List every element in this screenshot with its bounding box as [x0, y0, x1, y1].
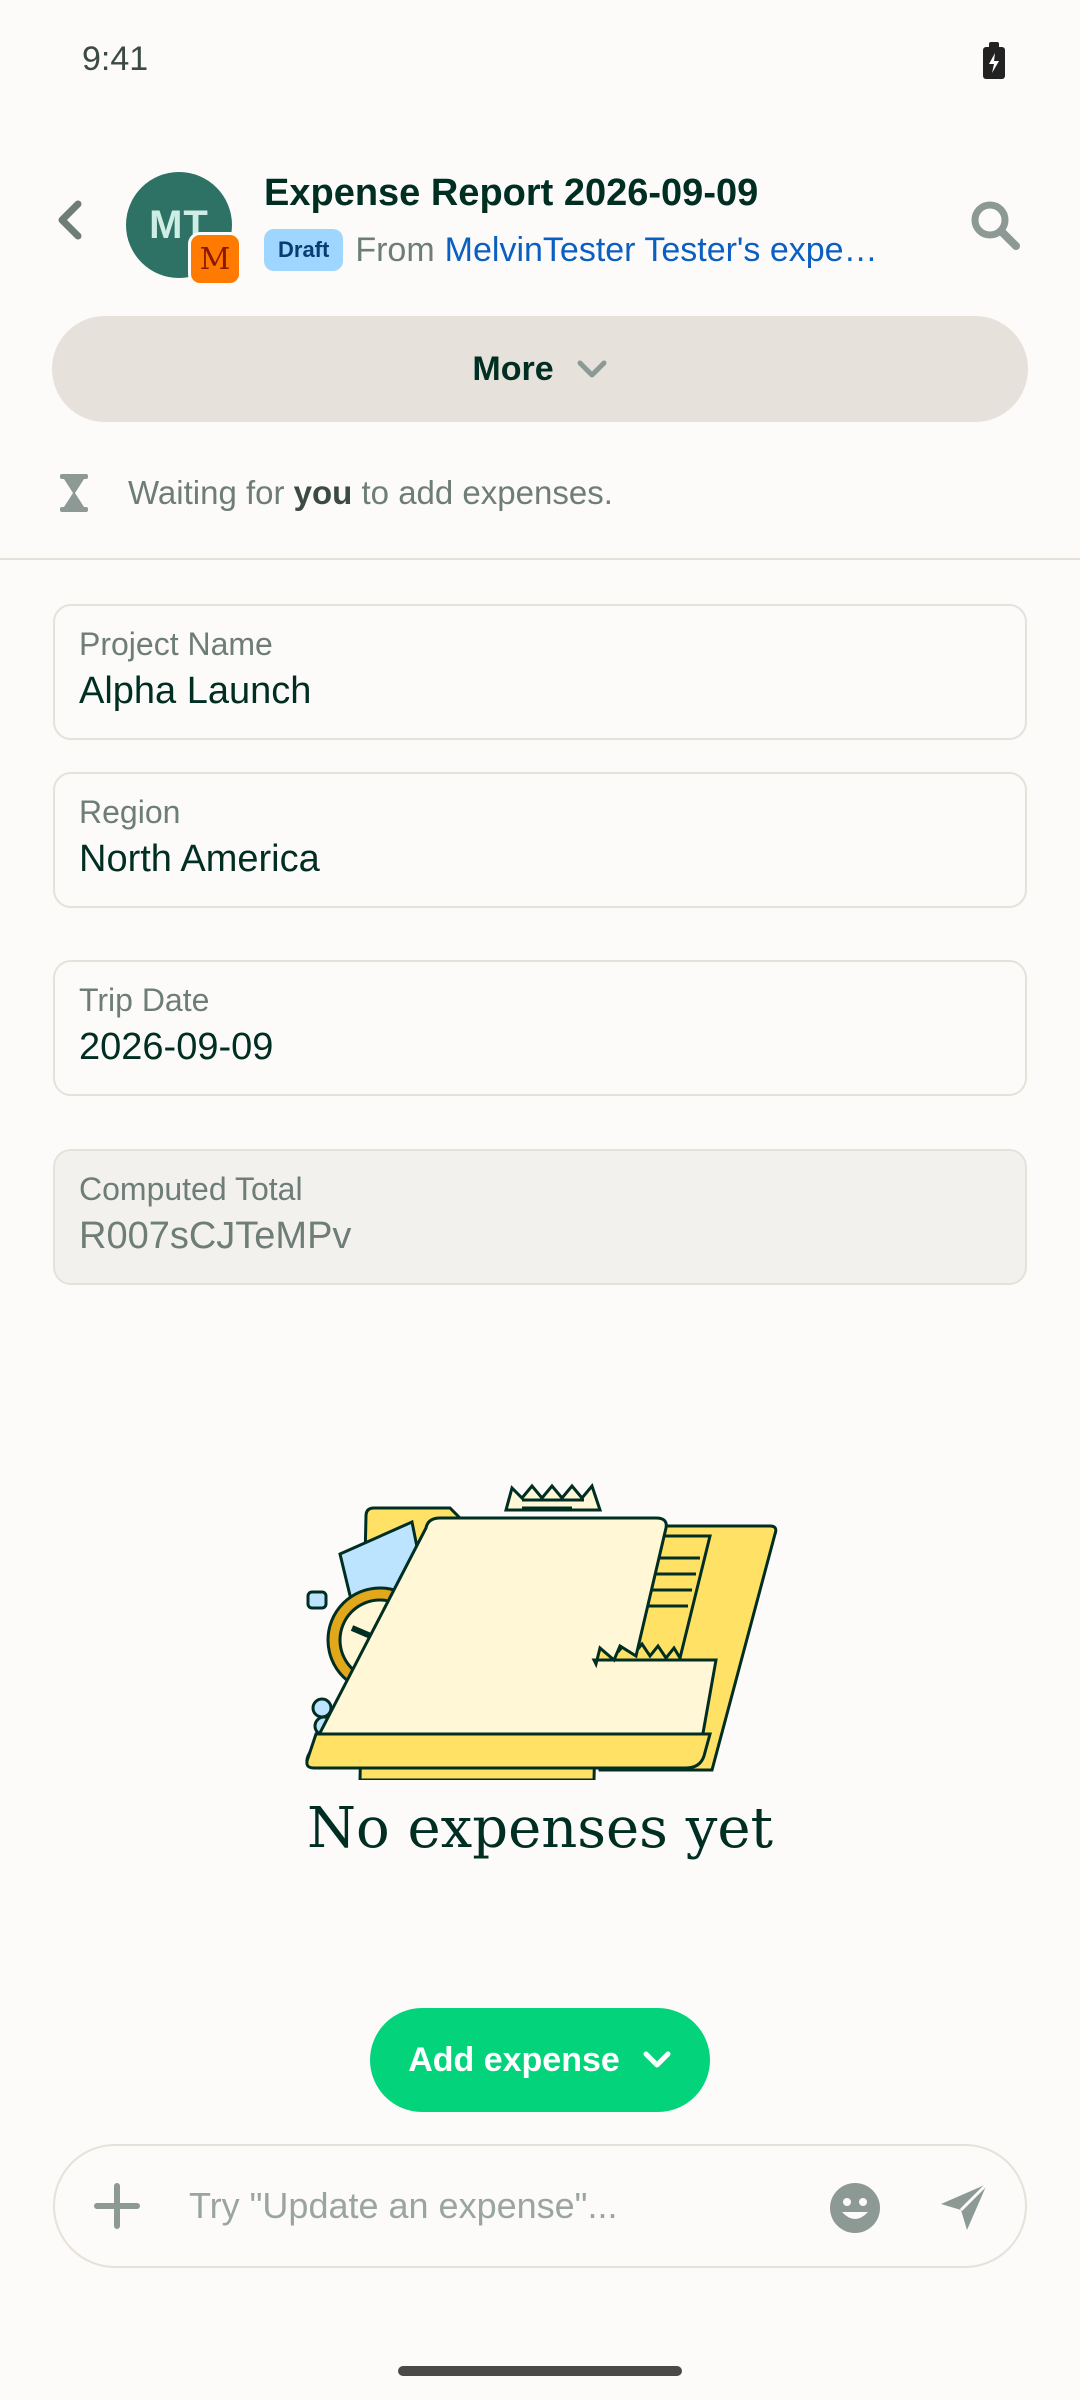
from-prefix: From [355, 230, 435, 269]
waiting-message: Waiting for you to add expenses. [56, 468, 613, 518]
workspace-avatar-badge: M [188, 232, 242, 286]
home-indicator[interactable] [398, 2366, 682, 2376]
field-trip-date[interactable]: Trip Date 2026-09-09 [53, 960, 1027, 1096]
add-attachment-button[interactable] [91, 2180, 143, 2232]
field-computed-total: Computed Total R007sCJTeMPv [53, 1149, 1027, 1285]
field-label: Project Name [79, 626, 273, 662]
empty-state-title: No expenses yet [307, 1796, 773, 1861]
chevron-left-icon [58, 200, 82, 240]
add-expense-button[interactable]: Add expense [370, 2008, 710, 2112]
field-region[interactable]: Region North America [53, 772, 1027, 908]
chevron-down-icon [643, 2051, 671, 2068]
field-label: Trip Date [79, 982, 210, 1018]
field-project-name[interactable]: Project Name Alpha Launch [53, 604, 1027, 740]
search-icon [971, 201, 1020, 250]
empty-folder-illustration [305, 1482, 778, 1780]
field-label: Region [79, 794, 181, 830]
composer-input[interactable] [189, 2178, 829, 2234]
send-icon [941, 2182, 989, 2230]
add-expense-label: Add expense [408, 2040, 620, 2079]
workspace-badge-letter: M [199, 241, 231, 277]
status-bar: 9:41 [0, 0, 1080, 120]
back-button[interactable] [46, 190, 96, 250]
search-button[interactable] [966, 196, 1026, 256]
status-badge: Draft [264, 229, 344, 271]
field-value: 2026-09-09 [79, 1026, 274, 1068]
status-time: 9:41 [82, 40, 149, 78]
field-value: North America [79, 838, 320, 880]
send-button[interactable] [937, 2180, 991, 2234]
battery-charging-icon [983, 42, 1005, 79]
hourglass-icon [60, 474, 88, 512]
emoji-button[interactable] [827, 2180, 883, 2236]
more-button-label: More [472, 349, 554, 388]
report-title: Expense Report 2026-09-09 [264, 172, 759, 214]
chevron-down-icon [577, 360, 607, 378]
field-label: Computed Total [79, 1171, 303, 1207]
waiting-text: Waiting for you to add expenses. [128, 474, 613, 511]
more-button[interactable]: More [52, 316, 1028, 422]
emoji-icon [830, 2183, 880, 2233]
composer [53, 2144, 1027, 2268]
from-workspace-link[interactable]: MelvinTester Tester's expen… [445, 231, 894, 270]
divider [0, 558, 1080, 560]
plus-icon [94, 2183, 140, 2229]
report-subtitle: Draft From MelvinTester Tester's expen… [264, 228, 894, 272]
field-value: R007sCJTeMPv [79, 1215, 352, 1257]
field-value: Alpha Launch [79, 670, 312, 712]
report-header: MT M Expense Report 2026-09-09 Draft Fro… [0, 160, 1080, 290]
